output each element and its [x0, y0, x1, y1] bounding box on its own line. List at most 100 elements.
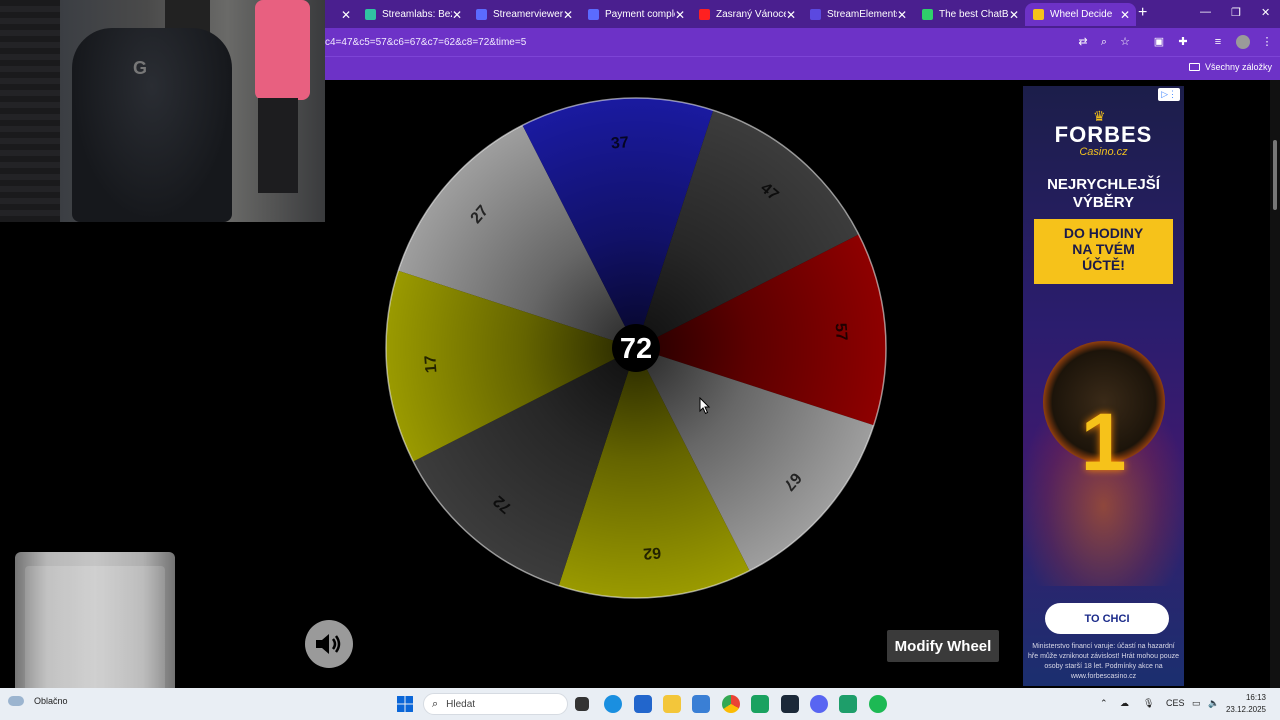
wheel-segment-label: 62 — [642, 543, 661, 561]
windows-start-icon[interactable] — [396, 695, 414, 713]
tab-close-icon[interactable]: ✕ — [897, 8, 907, 22]
tab-close-icon[interactable]: ✕ — [1120, 8, 1130, 22]
ad-headline-line-1: NEJRYCHLEJŠÍ — [1047, 176, 1160, 193]
person-shirt — [255, 0, 310, 100]
profile-avatar[interactable] — [1236, 35, 1250, 49]
tab-title: StreamElements — [827, 9, 897, 20]
task-view-icon[interactable] — [575, 697, 589, 711]
spotify-icon[interactable] — [869, 695, 887, 713]
ad-brand: FORBES — [1054, 122, 1153, 147]
scrollbar-thumb[interactable] — [1273, 140, 1277, 210]
close-window-icon[interactable]: ✕ — [1261, 6, 1270, 19]
microphone-icon[interactable]: 🎙 — [1143, 698, 1154, 709]
outlook-icon[interactable] — [692, 695, 710, 713]
webcam-overlay: G — [0, 0, 325, 222]
extension-icon[interactable]: ▣ — [1152, 35, 1166, 49]
browser-tab[interactable]: Streamlabs: Bezpl✕ — [357, 3, 468, 26]
acoustic-panel — [0, 0, 60, 222]
tab-favicon-icon — [476, 9, 487, 20]
file-explorer-icon[interactable] — [663, 695, 681, 713]
weather-widget[interactable]: Oblačno — [8, 696, 68, 706]
ad-cta-button[interactable]: TO CHCI — [1045, 603, 1169, 634]
address-bar[interactable]: c4=47&c5=57&c6=67&c7=62&c8=72&time=5 — [325, 37, 526, 48]
tab-close-icon[interactable]: ✕ — [786, 8, 796, 22]
restore-icon[interactable]: ❐ — [1231, 6, 1241, 19]
wifi-icon[interactable]: ▭ — [1192, 698, 1201, 709]
decision-wheel[interactable]: 2737475767627217 72 — [385, 97, 887, 599]
store-icon[interactable] — [634, 695, 652, 713]
volume-icon[interactable]: 🔈 — [1208, 698, 1219, 709]
translate-icon[interactable]: ⇄ — [1076, 35, 1090, 49]
chair-logo-icon: G — [133, 58, 148, 78]
wheel-segment-label: 57 — [831, 322, 849, 341]
all-bookmarks-label: Všechny záložky — [1204, 62, 1272, 72]
new-tab-button[interactable]: + — [1138, 4, 1147, 22]
tab-favicon-icon — [810, 9, 821, 20]
windows-taskbar: Oblačno ⌕ Hledat ⌃ ☁ 🎙 CES ▭ 🔈 16:13 23.… — [0, 688, 1280, 720]
steam-icon[interactable] — [781, 695, 799, 713]
tab-close-icon[interactable]: ✕ — [1009, 8, 1019, 22]
folder-icon — [1188, 63, 1200, 71]
tab-close-icon[interactable]: ✕ — [341, 8, 351, 22]
bookmark-star-icon[interactable]: ☆ — [1118, 35, 1132, 49]
media-icon[interactable]: ≡ — [1211, 35, 1225, 49]
browser-tab[interactable]: StreamElements ✕ — [802, 3, 913, 26]
android-app-icon[interactable] — [751, 695, 769, 713]
tab-title: Streamerviewerb — [493, 9, 563, 20]
ad-brand-sub: Casino.cz — [1079, 146, 1128, 158]
puzzle-icon[interactable]: ✚ — [1176, 35, 1190, 49]
browser-tab[interactable]: Wheel Decide ✕ — [1025, 3, 1136, 26]
tab-title: Wheel Decide — [1050, 9, 1113, 20]
tab-favicon-icon — [922, 9, 933, 20]
taskbar-clock[interactable]: 16:13 23.12.2025 — [1226, 692, 1266, 716]
wheel-segment-label: 17 — [422, 354, 440, 373]
all-bookmarks-button[interactable]: Všechny záložky — [1188, 62, 1272, 72]
wheel-center-value: 72 — [620, 333, 652, 365]
browser-tab[interactable]: Payment complet ✕ — [580, 3, 691, 26]
modify-wheel-button[interactable]: Modify Wheel — [887, 630, 999, 662]
spreadsheet-icon[interactable] — [839, 695, 857, 713]
tab-title: Zasraný Vánoce — [716, 9, 786, 20]
tab-close-icon[interactable]: ✕ — [675, 8, 685, 22]
language-indicator[interactable]: CES — [1166, 698, 1185, 708]
browser-tab[interactable]: Zasraný Vánoce ✕ — [691, 3, 802, 26]
tab-title: The best ChatBot — [939, 9, 1009, 20]
person-legs — [258, 98, 298, 193]
minimize-icon[interactable]: — — [1200, 6, 1211, 18]
glass-overlay — [15, 552, 175, 708]
tab-favicon-icon — [365, 9, 376, 20]
browser-tab[interactable]: Streamerviewerb ✕ — [468, 3, 579, 26]
ad-big-number: 1 — [1080, 397, 1127, 488]
ad-legal-text: Ministerstvo financí varuje: účastí na h… — [1028, 643, 1179, 680]
discord-icon[interactable] — [810, 695, 828, 713]
tab-title: Payment complet — [605, 9, 675, 20]
zoom-icon[interactable]: ⌕ — [1097, 35, 1111, 49]
tray-chevron-icon[interactable]: ⌃ — [1100, 698, 1108, 709]
tab-close-icon[interactable]: ✕ — [452, 8, 462, 22]
chrome-icon[interactable] — [722, 695, 740, 713]
ad-yellow-line-3: ÚČTĚ! — [1082, 257, 1125, 273]
tab-title: Streamlabs: Bezpl — [382, 9, 452, 20]
tab-close-icon[interactable]: ✕ — [563, 8, 573, 22]
ad-headline-line-2: VÝBĚRY — [1072, 194, 1135, 211]
search-icon: ⌕ — [432, 697, 439, 710]
edge-icon[interactable] — [604, 695, 622, 713]
clock-date: 23.12.2025 — [1225, 705, 1266, 714]
taskbar-search[interactable]: ⌕ Hledat — [423, 693, 568, 715]
weather-label: Oblačno — [34, 696, 68, 706]
wheel-segment-label: 37 — [610, 134, 629, 152]
network-cloud-icon[interactable]: ☁ — [1120, 698, 1129, 709]
casino-ad-banner[interactable]: ▷⋮ ♛ FORBES Casino.cz NEJRYCHLEJŠÍ VÝBĚR… — [1023, 86, 1184, 686]
page-scrollbar[interactable] — [1270, 80, 1280, 688]
gaming-chair — [72, 28, 232, 222]
mouse-cursor-icon — [699, 397, 711, 415]
ad-yellow-line-1: DO HODINY — [1063, 225, 1144, 241]
speaker-button[interactable] — [305, 620, 353, 668]
tab-favicon-icon — [699, 9, 710, 20]
tab-favicon-icon — [588, 9, 599, 20]
browser-tab[interactable]: The best ChatBot✕ — [914, 3, 1025, 26]
menu-icon[interactable]: ⋮ — [1260, 35, 1274, 49]
ad-choices-badge[interactable]: ▷⋮ — [1158, 88, 1180, 101]
speaker-icon — [316, 634, 341, 654]
clock-time: 16:13 — [1245, 693, 1266, 702]
